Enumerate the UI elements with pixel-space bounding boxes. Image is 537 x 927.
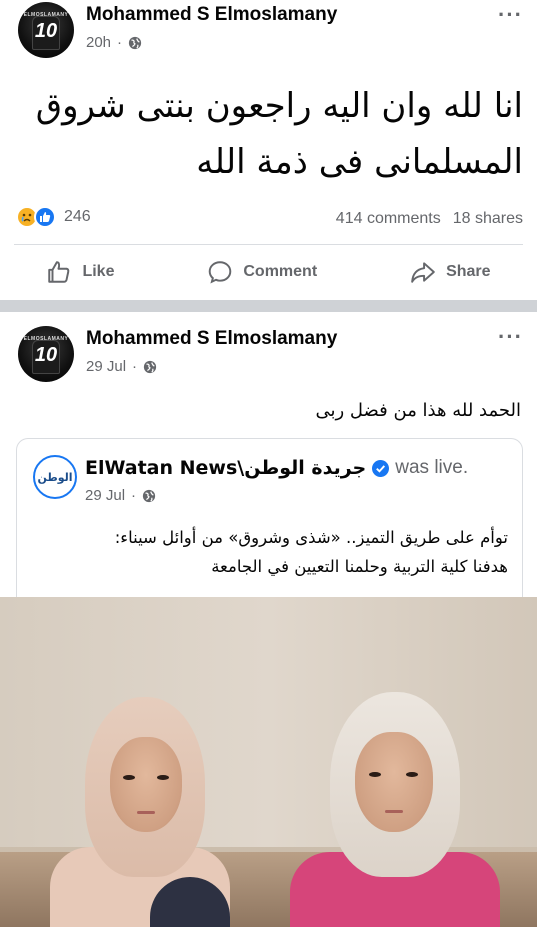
post-text-line-2: المسلمانى فى ذمة الله (196, 142, 523, 182)
verified-badge-icon (372, 459, 390, 477)
live-status: was live. (395, 457, 469, 478)
like-reaction-icon (34, 206, 56, 228)
comments-count[interactable]: 414 comments (336, 210, 441, 228)
avatar-jersey-number: 10 (34, 344, 58, 366)
shares-count[interactable]: 18 shares (453, 210, 523, 228)
reaction-count: 246 (64, 208, 91, 225)
author-name[interactable]: Mohammed S Elmoslamany (86, 4, 337, 26)
more-options-button[interactable]: ··· (498, 2, 523, 28)
post-stats: 414 comments 18 shares (336, 210, 523, 228)
post-text-line-1: انا لله وان اليه راجعون بنتى شروق (35, 86, 523, 126)
shared-post-text-line-1: توأم على طريق التميز.. «شذى وشروق» من أو… (114, 528, 508, 547)
author-avatar[interactable]: ELMOSLAMANY 10 (18, 2, 74, 58)
post-card: ELMOSLAMANY 10 Mohammed S Elmoslamany 20… (0, 0, 537, 300)
shared-post-text-line-2: هدفنا كلية التربية وحلمنا التعيين في الج… (211, 557, 508, 576)
shared-post-header: ElWatan News\جريدة الوطن was live. (85, 457, 468, 479)
post-meta: 29 Jul · (86, 358, 157, 375)
post-meta: 20h · (86, 34, 142, 51)
author-avatar[interactable]: ELMOSLAMANY 10 (18, 326, 74, 382)
reactions-summary[interactable]: 246 (16, 206, 91, 228)
shared-post-meta: 29 Jul · (85, 487, 156, 504)
person-left (40, 697, 240, 927)
shared-post-time[interactable]: 29 Jul (85, 487, 125, 504)
globe-icon (143, 360, 157, 373)
person-right (290, 692, 500, 927)
avatar-jersey-tag: ELMOSLAMANY (23, 12, 69, 18)
share-label: Share (446, 263, 491, 280)
shared-post-text: توأم على طريق التميز.. «شذى وشروق» من أو… (31, 523, 508, 581)
author-name[interactable]: Mohammed S Elmoslamany (86, 328, 337, 350)
post-time[interactable]: 20h (86, 34, 111, 51)
globe-icon (128, 36, 142, 49)
page-name[interactable]: ElWatan News\جريدة الوطن (85, 457, 366, 479)
post-card: ELMOSLAMANY 10 Mohammed S Elmoslamany 29… (0, 312, 537, 927)
avatar-jersey-number: 10 (34, 20, 58, 42)
globe-icon (142, 489, 156, 502)
comment-button[interactable]: Comment (207, 259, 317, 285)
shared-post-card[interactable]: الوطن ElWatan News\جريدة الوطن was live.… (16, 438, 523, 598)
post-actions: Like Comment Share (0, 250, 537, 294)
thumbs-up-icon (48, 261, 70, 283)
separator (14, 244, 523, 245)
comment-bubble-icon (209, 261, 232, 284)
page-logo-text: الوطن (37, 470, 73, 484)
post-time[interactable]: 29 Jul (86, 358, 126, 375)
video-thumbnail[interactable] (0, 597, 537, 927)
more-options-button[interactable]: ··· (498, 324, 523, 350)
avatar-jersey-tag: ELMOSLAMANY (23, 336, 69, 342)
page-logo[interactable]: الوطن (33, 455, 77, 499)
like-button[interactable]: Like (46, 259, 114, 285)
feed-divider (0, 300, 537, 312)
share-button[interactable]: Share (410, 259, 491, 285)
comment-label: Comment (243, 263, 318, 280)
like-label: Like (82, 263, 115, 280)
post-text: الحمد لله هذا من فضل ربى (315, 400, 522, 421)
share-arrow-icon (411, 262, 435, 283)
